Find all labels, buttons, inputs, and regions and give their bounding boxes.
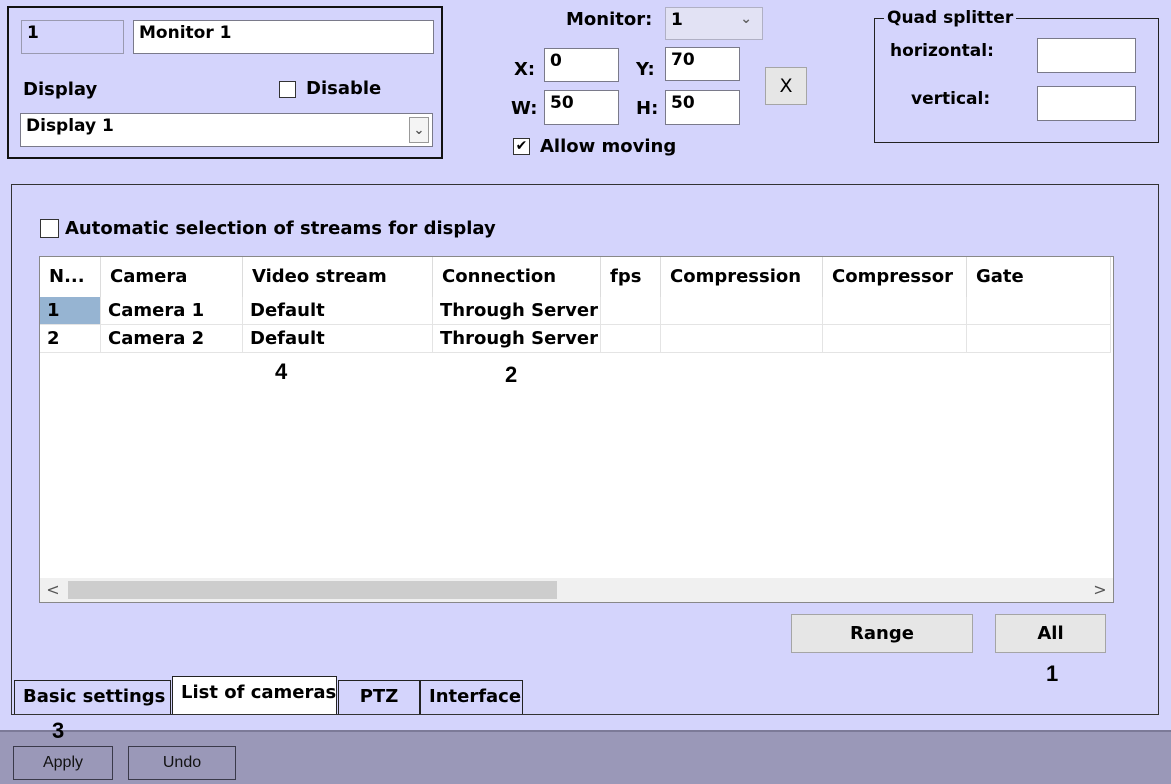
w-label: W:: [511, 98, 538, 119]
display-select-value: Display 1: [26, 116, 114, 136]
disable-checkbox[interactable]: [279, 81, 296, 98]
scrollbar-thumb[interactable]: [68, 581, 557, 599]
scroll-right-icon[interactable]: >: [1087, 578, 1113, 602]
column-header-gate[interactable]: Gate: [967, 257, 1111, 297]
table-row-2-camera[interactable]: Camera 2: [101, 325, 243, 353]
clear-position-button[interactable]: X: [765, 67, 807, 105]
column-header-connection[interactable]: Connection: [433, 257, 601, 297]
callout-2: 2: [505, 362, 518, 387]
column-header-compressor[interactable]: Compressor: [823, 257, 967, 297]
allow-moving-label: Allow moving: [540, 136, 677, 157]
table-row-2-gate[interactable]: [967, 325, 1111, 353]
table-row-2-connection[interactable]: Through Server: [433, 325, 601, 353]
table-row-1-number[interactable]: 1: [40, 297, 101, 325]
table-row-1-compressor[interactable]: [823, 297, 967, 325]
display-select[interactable]: Display 1: [20, 113, 433, 147]
y-field[interactable]: 70: [665, 47, 740, 81]
scroll-left-icon[interactable]: <: [40, 578, 66, 602]
horizontal-scrollbar[interactable]: < >: [40, 578, 1113, 602]
monitor-select[interactable]: 1 ⌄: [665, 7, 763, 40]
callout-1: 1: [1046, 661, 1059, 686]
callout-3: 3: [52, 718, 65, 743]
monitor-name-field[interactable]: Monitor 1: [133, 20, 434, 54]
callout-4: 4: [275, 359, 288, 384]
table-row-1-compression[interactable]: [661, 297, 823, 325]
monitor-label: Monitor:: [566, 9, 653, 30]
h-field[interactable]: 50: [665, 90, 740, 125]
monitor-id-field[interactable]: 1: [21, 20, 124, 54]
column-header-number[interactable]: N...: [40, 257, 101, 297]
column-header-fps[interactable]: fps: [601, 257, 661, 297]
apply-button[interactable]: Apply: [13, 746, 113, 780]
chevron-down-icon[interactable]: ⌄: [409, 117, 429, 143]
table-row-1-camera[interactable]: Camera 1: [101, 297, 243, 325]
allow-moving-checkbox[interactable]: ✔: [513, 138, 530, 155]
table-row-2-video-stream[interactable]: Default: [243, 325, 433, 353]
quad-splitter-title: Quad splitter: [884, 8, 1017, 28]
auto-select-label: Automatic selection of streams for displ…: [65, 218, 496, 239]
camera-grid[interactable]: N... Camera Video stream Connection fps …: [39, 256, 1114, 603]
bottom-toolbar: Apply Undo: [0, 730, 1171, 784]
vertical-label: vertical:: [911, 89, 991, 109]
table-row-2-number[interactable]: 2: [40, 325, 101, 353]
table-row-2-fps[interactable]: [601, 325, 661, 353]
tab-list-of-cameras[interactable]: List of cameras: [172, 676, 337, 714]
column-header-compression[interactable]: Compression: [661, 257, 823, 297]
disable-label: Disable: [306, 78, 382, 99]
w-field[interactable]: 50: [544, 90, 619, 125]
chevron-down-icon: ⌄: [740, 11, 752, 27]
tab-basic-settings[interactable]: Basic settings: [14, 680, 171, 714]
tab-ptz[interactable]: PTZ: [338, 680, 420, 714]
range-button[interactable]: Range: [791, 614, 973, 653]
vertical-field[interactable]: [1037, 86, 1136, 121]
table-row-2-compression[interactable]: [661, 325, 823, 353]
horizontal-field[interactable]: [1037, 38, 1136, 73]
undo-button[interactable]: Undo: [128, 746, 236, 780]
table-row-1-gate[interactable]: [967, 297, 1111, 325]
table-row-1-fps[interactable]: [601, 297, 661, 325]
h-label: H:: [636, 98, 659, 119]
horizontal-label: horizontal:: [890, 41, 994, 61]
tab-interface[interactable]: Interface: [420, 680, 523, 714]
quad-splitter-group: [874, 18, 1159, 143]
table-row-2-compressor[interactable]: [823, 325, 967, 353]
all-button[interactable]: All: [995, 614, 1106, 653]
y-label: Y:: [636, 59, 655, 80]
column-header-video-stream[interactable]: Video stream: [243, 257, 433, 297]
display-label: Display: [23, 79, 98, 100]
auto-select-checkbox[interactable]: [40, 219, 59, 238]
x-label: X:: [514, 59, 536, 80]
column-header-camera[interactable]: Camera: [101, 257, 243, 297]
table-row-1-connection[interactable]: Through Server: [433, 297, 601, 325]
x-field[interactable]: 0: [544, 48, 619, 82]
table-row-1-video-stream[interactable]: Default: [243, 297, 433, 325]
monitor-select-value: 1: [671, 10, 683, 30]
